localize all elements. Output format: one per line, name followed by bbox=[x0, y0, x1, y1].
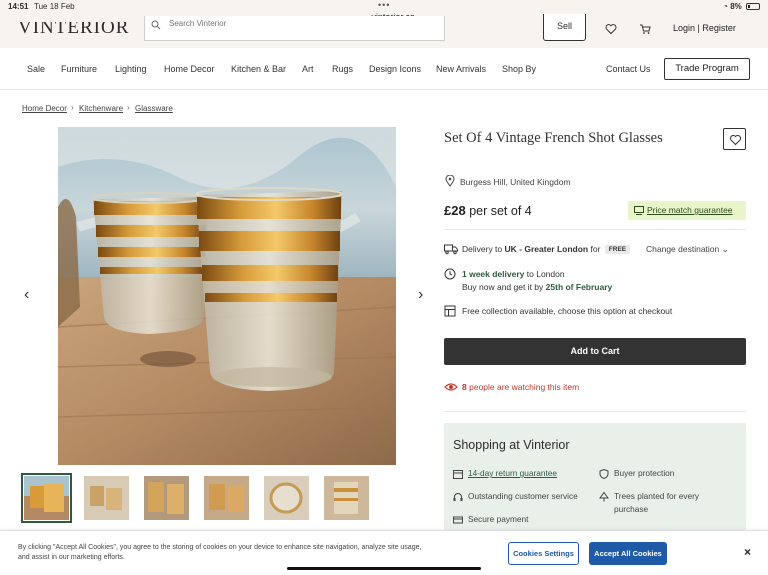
delivery-for: for bbox=[590, 244, 601, 254]
divider bbox=[444, 229, 746, 230]
customer-service: Outstanding customer service bbox=[468, 491, 578, 501]
thumbnail-2[interactable] bbox=[84, 476, 129, 520]
delivery-info: Delivery to UK - Greater London for FREE bbox=[462, 244, 631, 254]
favourite-button[interactable] bbox=[723, 128, 746, 150]
credit-card-icon bbox=[453, 516, 463, 524]
watching-count: 8 people are watching this item bbox=[462, 382, 579, 392]
watching-number: 8 bbox=[462, 382, 467, 392]
battery-icon bbox=[746, 3, 760, 10]
product-price: £28 per set of 4 bbox=[444, 203, 532, 218]
product-main-image[interactable] bbox=[58, 127, 396, 465]
tree-icon bbox=[599, 492, 609, 502]
shield-icon bbox=[599, 469, 609, 479]
free-badge: FREE bbox=[604, 245, 631, 254]
chevron-right-icon: › bbox=[127, 103, 130, 112]
more-dots-icon[interactable]: ••• bbox=[378, 0, 390, 10]
nav-contact-us[interactable]: Contact Us bbox=[606, 64, 651, 74]
clock-icon bbox=[444, 268, 456, 280]
eye-icon bbox=[444, 383, 458, 391]
return-guarantee-link[interactable]: 14-day return guarantee bbox=[468, 467, 557, 480]
secure-payment: Secure payment bbox=[468, 514, 529, 524]
delivery-truck-icon bbox=[444, 244, 458, 255]
buyer-protection: Buyer protection bbox=[614, 468, 675, 478]
accept-all-cookies-button[interactable]: Accept All Cookies bbox=[589, 542, 667, 565]
delivery-destination: UK - Greater London bbox=[504, 244, 589, 254]
change-destination-label: Change destination bbox=[646, 244, 720, 254]
trade-program-button[interactable]: Trade Program bbox=[664, 58, 750, 80]
seller-location: Burgess Hill, United Kingdom bbox=[460, 177, 571, 187]
thumbnail-4[interactable] bbox=[204, 476, 249, 520]
nav-item-furniture[interactable]: Furniture bbox=[61, 64, 97, 74]
thumbnail-5[interactable] bbox=[264, 476, 309, 520]
battery-indicator: ◔ 8% bbox=[723, 2, 760, 11]
product-title: Set Of 4 Vintage French Shot Glasses bbox=[444, 130, 663, 146]
thumbnail-1[interactable] bbox=[21, 473, 72, 523]
buy-now-text: Buy now and get it by bbox=[462, 282, 544, 292]
home-indicator[interactable] bbox=[287, 567, 481, 570]
status-time: 14:51 bbox=[8, 2, 29, 11]
site-header: 🔒︎ vinterior.co VINTERIOR Sell Login | R… bbox=[0, 12, 768, 48]
heart-icon bbox=[729, 134, 742, 146]
headset-icon bbox=[453, 493, 463, 501]
store-icon bbox=[444, 305, 456, 317]
site-logo[interactable]: VINTERIOR bbox=[18, 22, 129, 36]
login-register-link[interactable]: Login | Register bbox=[673, 23, 736, 33]
sell-button[interactable]: Sell bbox=[543, 14, 586, 41]
thumbnail-3[interactable] bbox=[144, 476, 189, 520]
delivery-time-value: 1 week delivery bbox=[462, 269, 525, 279]
price-tag-icon bbox=[634, 206, 644, 215]
status-bar: 14:51 Tue 18 Feb ••• ◔ 8% bbox=[0, 0, 768, 12]
breadcrumb-kitchenware[interactable]: Kitchenware bbox=[79, 104, 123, 113]
nav-item-design-icons[interactable]: Design Icons bbox=[369, 64, 421, 74]
change-destination-dropdown[interactable]: Change destination ⌄ bbox=[646, 244, 729, 255]
breadcrumb-glassware[interactable]: Glassware bbox=[135, 104, 173, 113]
breadcrumb-home-decor[interactable]: Home Decor bbox=[22, 104, 67, 113]
main-nav: Sale Furniture Lighting Home Decor Kitch… bbox=[0, 48, 768, 90]
status-date: Tue 18 Feb bbox=[34, 2, 75, 11]
nav-item-home-decor[interactable]: Home Decor bbox=[164, 64, 215, 74]
search-icon bbox=[151, 20, 161, 30]
delivery-to: to London bbox=[526, 269, 565, 279]
divider bbox=[444, 411, 746, 412]
chevron-down-icon: ⌄ bbox=[721, 244, 729, 254]
cookie-text: By clicking "Accept All Cookies", you ag… bbox=[18, 544, 422, 561]
product-photo bbox=[58, 127, 396, 465]
calendar-icon bbox=[453, 470, 463, 479]
delivery-time: 1 week delivery to London bbox=[462, 269, 565, 279]
prev-image-arrow-icon[interactable]: ‹ bbox=[24, 286, 29, 304]
nav-item-rugs[interactable]: Rugs bbox=[332, 64, 353, 74]
shopping-benefits-panel: Shopping at Vinterior 14-day return guar… bbox=[444, 423, 746, 533]
price-amount: £28 bbox=[444, 203, 466, 218]
watching-text: people are watching this item bbox=[469, 382, 580, 392]
close-icon[interactable]: × bbox=[744, 545, 751, 559]
nav-item-shop-by[interactable]: Shop By bbox=[502, 64, 536, 74]
buy-by-date: Buy now and get it by 25th of February bbox=[462, 282, 612, 292]
nav-item-sale[interactable]: Sale bbox=[27, 64, 45, 74]
cookies-settings-button[interactable]: Cookies Settings bbox=[508, 542, 579, 565]
price-match-guarantee-link[interactable]: Price match guarantee bbox=[628, 201, 746, 220]
nav-item-new-arrivals[interactable]: New Arrivals bbox=[436, 64, 486, 74]
next-image-arrow-icon[interactable]: › bbox=[418, 286, 423, 304]
search-input[interactable] bbox=[169, 19, 429, 28]
price-match-label: Price match guarantee bbox=[647, 205, 733, 215]
location-pin-icon bbox=[445, 175, 455, 187]
chevron-right-icon: › bbox=[71, 103, 74, 112]
search-box[interactable] bbox=[144, 16, 445, 41]
thumbnail-6[interactable] bbox=[324, 476, 369, 520]
add-to-cart-button[interactable]: Add to Cart bbox=[444, 338, 746, 365]
free-collection-info: Free collection available, choose this o… bbox=[462, 306, 673, 316]
nav-item-kitchen-bar[interactable]: Kitchen & Bar bbox=[231, 64, 286, 74]
wifi-icon: ◔ bbox=[723, 2, 728, 11]
price-unit: per set of 4 bbox=[469, 204, 532, 218]
battery-percent: 8% bbox=[730, 2, 742, 11]
shopping-panel-title: Shopping at Vinterior bbox=[453, 438, 570, 452]
buy-date: 25th of February bbox=[545, 282, 613, 292]
nav-item-art[interactable]: Art bbox=[302, 64, 314, 74]
trees-planted: Trees planted for every purchase bbox=[614, 491, 700, 514]
nav-item-lighting[interactable]: Lighting bbox=[115, 64, 147, 74]
heart-icon[interactable] bbox=[605, 23, 617, 35]
delivery-prefix: Delivery to bbox=[462, 244, 503, 254]
cart-icon[interactable] bbox=[639, 23, 651, 35]
